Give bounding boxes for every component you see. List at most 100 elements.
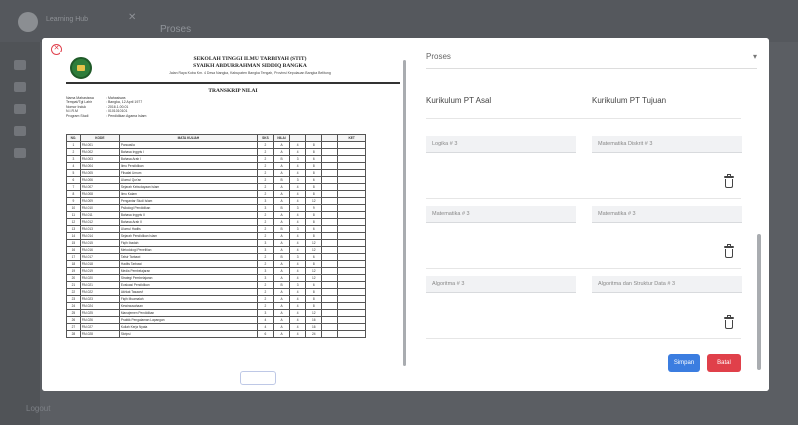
table-cell: A — [272, 323, 291, 331]
table-cell: 15 — [66, 239, 81, 247]
table-cell: PAI.009 — [79, 197, 120, 205]
preview-scrollbar[interactable] — [403, 60, 406, 366]
table-cell: 4 — [289, 302, 307, 310]
table-cell: 4 — [289, 316, 307, 324]
table-cell: 28 — [66, 330, 81, 338]
table-cell: PAI.014 — [79, 232, 120, 240]
table-header-cell: NILAI — [272, 134, 291, 142]
table-cell — [321, 288, 339, 296]
logout-link[interactable]: Logout — [26, 404, 50, 413]
form-scrollbar[interactable] — [757, 234, 761, 370]
table-header-cell — [321, 134, 339, 142]
user-icon[interactable] — [14, 126, 26, 136]
trash-icon[interactable] — [724, 315, 734, 329]
table-cell: PAI.027 — [79, 323, 120, 331]
table-cell: Bahasa Arab II — [118, 218, 258, 226]
table-cell: A — [272, 148, 291, 156]
table-cell: Kuliah Kerja Nyata — [118, 323, 258, 331]
table-cell: Filsafat Umum — [118, 169, 258, 177]
table-cell: PAI.020 — [79, 274, 120, 282]
table-cell — [321, 211, 339, 219]
asal-field[interactable]: Algoritma # 3 — [426, 276, 576, 293]
table-cell: 12 — [305, 197, 323, 205]
asal-field[interactable]: Logika # 3 — [426, 136, 576, 153]
home-icon[interactable] — [14, 60, 26, 70]
tujuan-field[interactable]: Matematika # 3 — [592, 206, 742, 223]
table-cell: 4 — [289, 141, 307, 149]
table-cell: A — [272, 190, 291, 198]
table-cell: 20 — [66, 274, 81, 282]
table-row: 19 PAI.019 Media Pembelajaran 3 A 4 12 — [66, 267, 366, 275]
table-cell — [337, 330, 366, 338]
program-select-label[interactable]: Proses — [426, 52, 451, 61]
table-cell — [337, 288, 366, 296]
close-icon[interactable]: ✕ — [128, 12, 136, 23]
table-cell: 8 — [305, 288, 323, 296]
tujuan-field[interactable]: Algoritma dan Struktur Data # 3 — [592, 276, 742, 293]
table-row: 4 PAI.004 Ilmu Pendidikan 2 A 4 8 — [66, 162, 366, 170]
table-cell: 2 — [256, 253, 274, 261]
table-cell: 3 — [289, 225, 307, 233]
table-header-row: NO. KODE MATA KULIAH SKS NILAI KET — [66, 134, 366, 142]
table-header-cell: MATA KULIAH — [118, 134, 258, 142]
table-cell: 2 — [256, 260, 274, 268]
table-cell: PAI.010 — [79, 204, 120, 212]
table-cell: B — [272, 253, 291, 261]
settings-icon[interactable] — [14, 148, 26, 158]
table-cell: 26 — [66, 316, 81, 324]
table-cell: A — [272, 309, 291, 317]
table-cell: PAI.017 — [79, 253, 120, 261]
table-cell: PAI.005 — [79, 169, 120, 177]
table-cell: A — [272, 316, 291, 324]
table-row: 9 PAI.009 Pengantar Studi Islam 3 A 4 12 — [66, 197, 366, 205]
table-cell: 10 — [66, 204, 81, 212]
document-icon[interactable] — [14, 82, 26, 92]
table-cell — [321, 309, 339, 317]
table-cell: 6 — [305, 225, 323, 233]
cancel-button[interactable]: Batal — [707, 354, 741, 372]
avatar[interactable] — [18, 12, 38, 32]
table-row: 3 PAI.003 Bahasa Arab I2B36 — [66, 155, 366, 163]
trash-icon[interactable] — [724, 174, 734, 188]
chevron-down-icon[interactable]: ▾ — [753, 52, 757, 61]
table-cell — [337, 260, 366, 268]
table-cell: 2 — [256, 183, 274, 191]
table-row: 26 PAI.026 Praktik Pengalaman Lapangan 4 A 4 1… — [66, 316, 366, 324]
table-cell: 14 — [66, 232, 81, 240]
table-cell: Bahasa Arab I — [118, 155, 258, 163]
table-cell: A — [272, 330, 291, 338]
institution-line2: SYAIKH ABDURRAHMAN SIDDIQ BANGKA — [193, 63, 307, 69]
table-cell — [321, 253, 339, 261]
table-cell: PAI.006 — [79, 176, 120, 184]
row-divider — [426, 268, 741, 269]
table-row: 2 PAI.002 Bahasa Inggris I2A48 — [66, 148, 366, 156]
table-cell: A — [272, 211, 291, 219]
tujuan-field[interactable]: Matematika Diskrit # 3 — [592, 136, 742, 153]
table-cell: PAI.007 — [79, 183, 120, 191]
trash-icon[interactable] — [724, 244, 734, 258]
save-button[interactable]: Simpan — [668, 354, 700, 372]
table-cell: Ilmu Kalam — [118, 190, 258, 198]
table-cell: A — [272, 267, 291, 275]
table-cell — [321, 169, 339, 177]
table-row: 13 PAI.013 Ulumul Hadits 2 B 3 6 — [66, 225, 366, 233]
table-cell: Evaluasi Pendidikan — [118, 281, 258, 289]
list-icon[interactable] — [14, 104, 26, 114]
table-cell — [321, 316, 339, 324]
table-cell — [321, 197, 339, 205]
table-cell: Media Pembelajaran — [118, 267, 258, 275]
institution-address: Jalan Raya Koba Km. 4 Desa Nangka, Kabup… — [169, 71, 331, 75]
table-cell: PAI.011 — [79, 211, 120, 219]
table-cell — [321, 155, 339, 163]
table-row: 10 PAI.010 Psikologi Pendidikan 3 B 3 9 — [66, 204, 366, 212]
table-cell — [321, 183, 339, 191]
table-cell: 12 — [66, 218, 81, 226]
table-cell: 4 — [289, 169, 307, 177]
table-cell — [337, 169, 366, 177]
table-cell: 2 — [256, 211, 274, 219]
table-cell: 12 — [305, 246, 323, 254]
header-divider — [426, 118, 741, 119]
table-cell: 21 — [66, 281, 81, 289]
asal-field[interactable]: Matematika # 3 — [426, 206, 576, 223]
header-rule — [66, 82, 400, 84]
